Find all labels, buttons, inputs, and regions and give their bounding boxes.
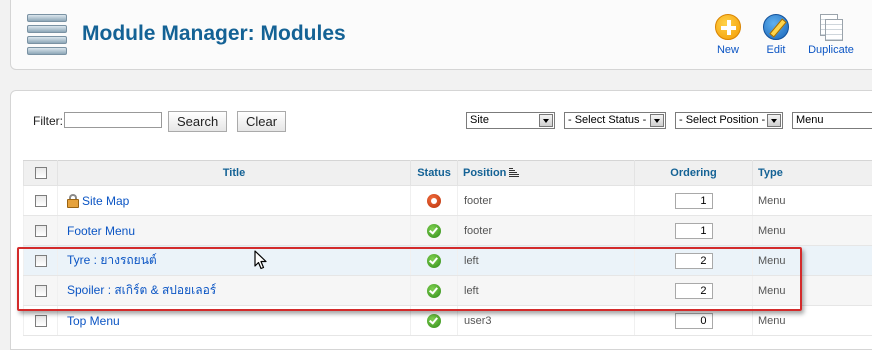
column-status-label: Status (417, 167, 451, 179)
logo-stack-icon (27, 14, 67, 54)
ordering-input[interactable]: 1 (675, 223, 713, 239)
row-checkbox[interactable] (35, 315, 47, 327)
highlight-annotation-box (17, 247, 802, 311)
mouse-cursor-icon (254, 250, 268, 270)
lock-icon (67, 194, 77, 206)
unpublished-icon[interactable] (427, 194, 441, 208)
column-position-label: Position (463, 167, 506, 179)
column-position[interactable]: Position (458, 161, 635, 186)
ordering-input[interactable]: 1 (675, 193, 713, 209)
table-row: Site Map footer 1 Menu (24, 186, 872, 216)
duplicate-copy-icon (818, 14, 844, 42)
ordering-input[interactable]: 0 (675, 313, 713, 329)
sort-icon (509, 168, 519, 177)
edit-button-label: Edit (746, 44, 806, 56)
chevron-down-icon (767, 114, 781, 127)
table-header-row: Title Status Position Ordering Type (24, 161, 872, 186)
duplicate-button-label: Duplicate (801, 44, 861, 56)
column-title-label: Title (223, 167, 245, 179)
published-check-icon[interactable] (427, 314, 441, 328)
edit-button[interactable]: Edit (746, 14, 806, 56)
column-status[interactable]: Status (411, 161, 458, 186)
module-title-link[interactable]: Top Menu (67, 314, 120, 328)
type-cell: Menu (753, 186, 872, 216)
position-cell: footer (458, 186, 635, 216)
page-title: Module Manager: Modules (82, 22, 346, 46)
position-cell: footer (458, 216, 635, 246)
row-checkbox[interactable] (35, 195, 47, 207)
column-type[interactable]: Type (753, 161, 872, 186)
select-all-checkbox[interactable] (35, 167, 47, 179)
table-row: Footer Menu footer 1 Menu (24, 216, 872, 246)
duplicate-button[interactable]: Duplicate (801, 14, 861, 56)
modules-panel: Filter: Search Clear Site - Select Statu… (10, 90, 872, 350)
type-cell: Menu (753, 216, 872, 246)
filter-input[interactable] (64, 112, 162, 128)
module-title-link[interactable]: Footer Menu (67, 224, 135, 238)
filter-label: Filter: (33, 114, 63, 128)
select-all-cell (24, 161, 58, 186)
published-check-icon[interactable] (427, 224, 441, 238)
site-select-value: Site (470, 114, 489, 126)
type-select[interactable]: Menu (792, 112, 872, 129)
module-title-link[interactable]: Site Map (82, 194, 129, 208)
status-select-value: - Select Status - (568, 114, 646, 126)
new-plus-icon (715, 14, 741, 40)
position-select[interactable]: - Select Position - (675, 112, 783, 129)
column-ordering-label: Ordering (670, 167, 716, 179)
site-select[interactable]: Site (466, 112, 555, 129)
position-select-value: - Select Position - (679, 114, 765, 126)
row-checkbox[interactable] (35, 225, 47, 237)
toolbar-header: Module Manager: Modules New Edit Duplica… (10, 0, 872, 70)
chevron-down-icon (539, 114, 553, 127)
status-select[interactable]: - Select Status - (564, 112, 666, 129)
column-ordering[interactable]: Ordering (635, 161, 753, 186)
column-type-label: Type (758, 167, 783, 179)
type-select-value: Menu (796, 114, 824, 126)
clear-button[interactable]: Clear (237, 111, 286, 132)
search-button[interactable]: Search (168, 111, 227, 132)
chevron-down-icon (650, 114, 664, 127)
edit-pencil-icon (763, 14, 789, 40)
column-title[interactable]: Title (58, 161, 411, 186)
